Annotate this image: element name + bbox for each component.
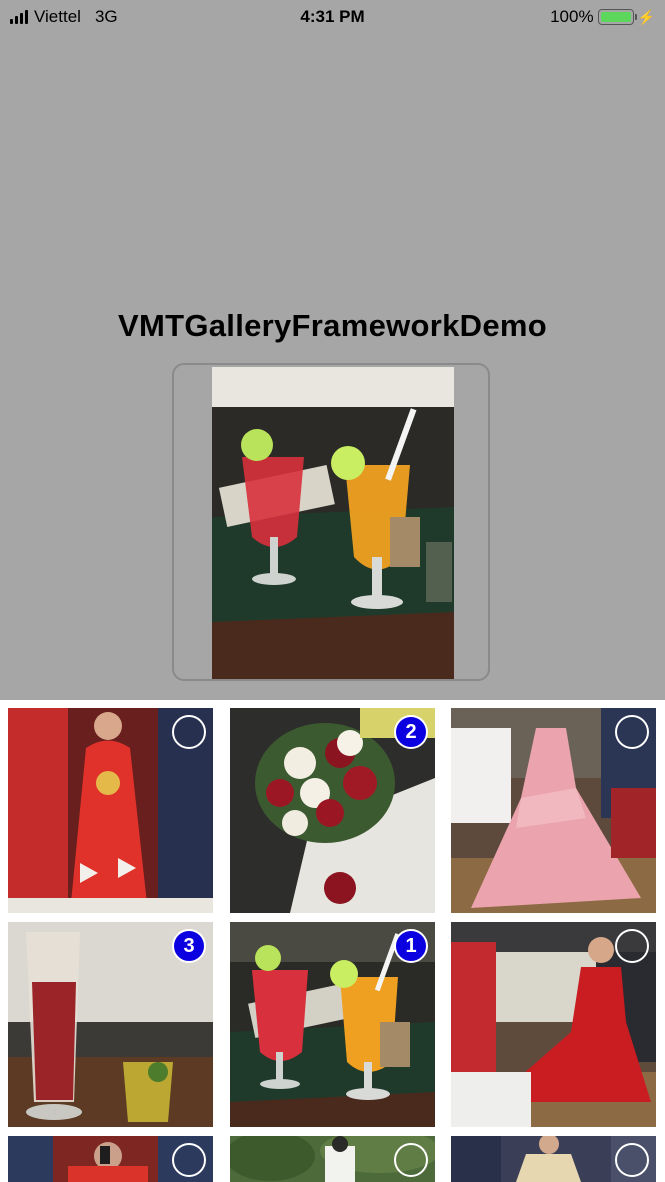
gallery-item[interactable] [230,1136,435,1182]
selection-badge[interactable]: 1 [394,929,428,963]
gallery-item[interactable] [8,1136,213,1182]
selection-circle[interactable] [172,715,206,749]
gallery-item[interactable] [451,922,656,1127]
charging-icon: ⚡ [637,8,655,25]
battery-percentage: 100% [550,7,594,26]
selected-image-preview[interactable] [172,363,490,681]
selection-badge[interactable]: 3 [172,929,206,963]
selection-circle[interactable] [615,1143,649,1177]
selection-order: 3 [183,934,195,957]
selection-circle[interactable] [615,929,649,963]
gallery-item[interactable] [8,708,213,913]
gallery-item[interactable] [451,1136,656,1182]
gallery-item[interactable]: 2 [230,708,435,913]
selection-badge[interactable]: 2 [394,715,428,749]
gallery-item[interactable]: 3 [8,922,213,1127]
status-bar: Viettel 3G 4:31 PM 100% ⚡ [0,0,665,34]
preview-photo [212,367,454,679]
selection-order: 1 [405,934,417,957]
selection-circle[interactable] [394,1143,428,1177]
gallery-item[interactable]: 1 [230,922,435,1127]
battery-icon [597,9,637,25]
selection-circle[interactable] [172,1143,206,1177]
page-title: VMTGalleryFrameworkDemo [118,308,547,343]
selection-circle[interactable] [615,715,649,749]
selection-order: 2 [405,720,417,743]
status-right: 100% ⚡ [550,7,655,27]
preview-area: Viettel 3G 4:31 PM 100% ⚡ VMTGalleryFram… [0,0,665,700]
photo-gallery-grid: 2 3 1 [0,700,665,1182]
gallery-item[interactable] [451,708,656,913]
